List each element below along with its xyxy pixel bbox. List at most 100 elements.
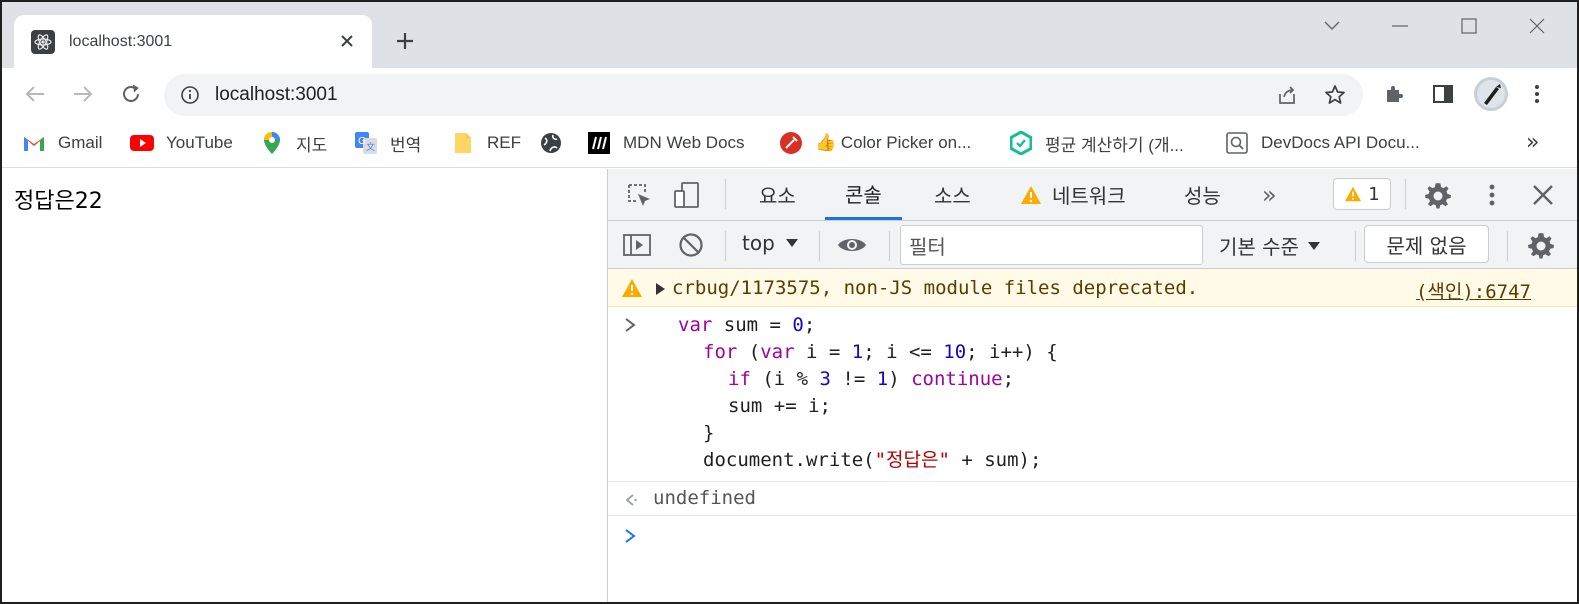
bookmark-label: 지도 — [296, 135, 328, 155]
separator — [725, 179, 726, 209]
console-filter-bar: top 필터 기본 수준 문제 없음 — [608, 221, 1577, 269]
code-line: sum += i; — [728, 395, 831, 417]
bookmark-folder-ref[interactable]: REF — [451, 130, 521, 156]
bookmark-average-calc[interactable]: 평균 계산하기 (개... — [1009, 130, 1184, 156]
browser-tab[interactable]: localhost:3001 — [14, 15, 372, 68]
levels-value: 기본 수준 — [1219, 235, 1299, 259]
profile-avatar[interactable] — [1474, 77, 1508, 111]
tab-performance[interactable]: 성능 — [1184, 169, 1221, 220]
code-line: } — [703, 422, 715, 444]
new-tab-icon[interactable] — [392, 28, 418, 54]
settings-gear-icon[interactable] — [1423, 180, 1453, 210]
warning-source-link[interactable]: (색인):6747 — [1416, 277, 1531, 304]
device-toolbar-icon[interactable] — [672, 180, 702, 210]
filter-placeholder: 필터 — [909, 234, 946, 259]
tab-search-chevron-icon[interactable] — [1320, 14, 1344, 38]
browser-window: localhost:3001 localhost:3001 Gmail YouT… — [0, 0, 1579, 604]
react-favicon-icon — [31, 29, 55, 54]
console-settings-gear-icon[interactable] — [1526, 230, 1556, 260]
bookmark-label: Gmail — [58, 133, 103, 152]
devtools-panel: 요소 콘솔 소스 네트워크 성능 » 1 top 필터 기본 수준 문제 없음 … — [607, 169, 1577, 602]
console-input-entry: var sum = 0; for (var i = 1; i <= 10; i+… — [608, 308, 1577, 482]
context-value: top — [742, 231, 775, 255]
caret-down-icon — [1307, 241, 1320, 250]
back-arrow-icon[interactable] — [22, 81, 48, 107]
globe-icon — [539, 131, 563, 155]
menu-kebab-icon[interactable] — [1524, 81, 1550, 107]
devtools-tab-bar: 요소 콘솔 소스 네트워크 성능 » 1 — [608, 169, 1577, 221]
bookmark-star-icon[interactable] — [1323, 83, 1347, 107]
bookmark-label: 👍 Color Picker on... — [815, 133, 972, 152]
issues-count: 1 — [1368, 183, 1380, 205]
page-viewport: 정답은22 — [2, 169, 607, 602]
issues-counter-button[interactable]: 1 — [1333, 178, 1391, 210]
svg-text:文: 文 — [366, 141, 375, 153]
svg-text:G: G — [358, 136, 366, 147]
bookmark-globe[interactable] — [539, 130, 575, 156]
expand-triangle-icon[interactable] — [656, 283, 665, 295]
console-warning-message: crbug/1173575, non-JS module files depre… — [608, 269, 1577, 307]
bookmark-label: REF — [487, 133, 521, 152]
bookmarks-bar: Gmail YouTube 지도 G文 번역 REF MDN Web Docs … — [2, 120, 1577, 168]
side-panel-icon[interactable] — [1430, 81, 1456, 107]
console-filter-input[interactable]: 필터 — [900, 225, 1203, 265]
close-tab-icon[interactable] — [336, 30, 358, 52]
code-line: for (var i = 1; i <= 10; i++) { — [703, 341, 1058, 363]
maps-icon — [260, 131, 284, 155]
code-line: var sum = 0; — [678, 314, 816, 336]
console-result-entry: undefined — [608, 482, 1577, 516]
bookmarks-overflow-chevron-icon[interactable]: » — [1526, 130, 1539, 155]
share-icon[interactable] — [1275, 83, 1299, 107]
result-value: undefined — [653, 487, 756, 509]
network-warning-icon — [1016, 180, 1046, 210]
bookmark-color-picker[interactable]: 👍 Color Picker on... — [779, 130, 971, 156]
separator — [819, 231, 820, 261]
extensions-puzzle-icon[interactable] — [1382, 81, 1408, 107]
caret-down-icon — [785, 239, 798, 247]
bookmark-label: 번역 — [390, 135, 422, 155]
tab-elements[interactable]: 요소 — [759, 169, 796, 220]
bookmark-gmail[interactable]: Gmail — [22, 130, 102, 156]
separator — [1507, 231, 1508, 261]
execution-context-select[interactable]: top — [742, 231, 799, 255]
bookmark-devdocs[interactable]: DevDocs API Docu... — [1225, 130, 1420, 156]
log-levels-dropdown[interactable]: 기본 수준 — [1219, 231, 1321, 260]
tab-console[interactable]: 콘솔 — [825, 169, 902, 220]
warning-icon — [622, 279, 642, 297]
code-line: if (i % 3 != 1) continue; — [728, 368, 1015, 390]
bookmark-youtube[interactable]: YouTube — [130, 130, 233, 156]
tab-sources[interactable]: 소스 — [934, 169, 971, 220]
bookmark-label: 평균 계산하기 (개... — [1045, 135, 1184, 155]
close-devtools-icon[interactable] — [1528, 180, 1558, 210]
more-tabs-chevron-icon[interactable]: » — [1262, 169, 1277, 220]
maximize-icon[interactable] — [1457, 14, 1481, 38]
mdn-icon — [587, 131, 611, 155]
devdocs-icon — [1225, 131, 1249, 155]
inspect-element-icon[interactable] — [624, 180, 654, 210]
site-info-icon[interactable] — [178, 83, 202, 107]
show-sidebar-icon[interactable] — [622, 230, 652, 260]
console-output: crbug/1173575, non-JS module files depre… — [608, 269, 1577, 602]
minimize-icon[interactable] — [1388, 14, 1412, 38]
live-expression-eye-icon[interactable] — [837, 230, 867, 260]
console-prompt-input[interactable] — [608, 516, 1577, 556]
reload-icon[interactable] — [118, 81, 144, 107]
tab-title: localhost:3001 — [69, 32, 173, 50]
url-text: localhost:3001 — [215, 84, 338, 105]
close-window-icon[interactable] — [1525, 14, 1549, 38]
no-issues-button[interactable]: 문제 없음 — [1364, 225, 1489, 263]
devtools-menu-kebab-icon[interactable] — [1477, 180, 1507, 210]
bookmark-translate[interactable]: G文 번역 — [354, 130, 421, 156]
result-arrow-icon — [624, 490, 640, 512]
bookmark-mdn[interactable]: MDN Web Docs — [587, 130, 745, 156]
prompt-chevron-icon — [624, 526, 640, 548]
browser-toolbar: localhost:3001 — [2, 68, 1577, 120]
code-line: document.write("정답은" + sum); — [703, 449, 1042, 471]
separator — [1405, 179, 1406, 209]
forward-arrow-icon[interactable] — [70, 81, 96, 107]
separator — [889, 231, 890, 261]
address-bar[interactable]: localhost:3001 — [164, 74, 1363, 116]
bookmark-maps[interactable]: 지도 — [260, 130, 327, 156]
clear-console-icon[interactable] — [676, 230, 706, 260]
tab-network[interactable]: 네트워크 — [1052, 169, 1126, 220]
